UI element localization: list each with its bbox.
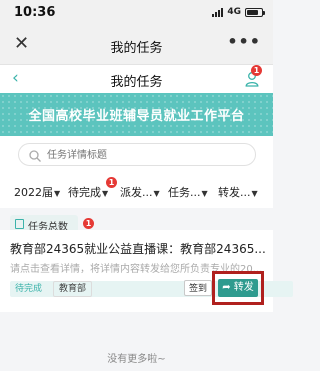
filter-bar: 2022届▼ 待完成▼ 1 派发...▼ 任务...▼ 转发...▼	[0, 174, 273, 208]
filter-dispatch[interactable]: 派发...▼	[120, 184, 160, 200]
caret-down-icon: ▼	[251, 189, 258, 198]
search-box[interactable]	[18, 143, 256, 166]
signal-icon	[212, 7, 224, 17]
search-input[interactable]	[45, 145, 249, 166]
filter-forward[interactable]: 转发...▼	[218, 184, 258, 200]
user-icon[interactable]: 1	[245, 65, 262, 87]
search-section	[0, 136, 273, 174]
status-bar: 10:36 4G	[0, 0, 273, 26]
page-header: ‹ 我的任务 1	[0, 65, 273, 93]
task-card[interactable]: 教育部24365就业公益直播课：教育部24365... 请点击查看详情，将详情内…	[0, 230, 293, 312]
filter-status[interactable]: 待完成▼ 1	[68, 177, 117, 200]
document-icon	[15, 219, 24, 229]
caret-down-icon: ▼	[102, 189, 109, 198]
forward-button[interactable]: ➦ 转发	[218, 279, 258, 297]
forward-highlight: ➦ 转发	[212, 271, 264, 305]
more-icon[interactable]: •••	[227, 32, 261, 51]
filter-graduation-year[interactable]: 2022届▼	[14, 184, 60, 200]
no-more-text: 没有更多啦~	[107, 354, 166, 365]
platform-banner: 全国高校毕业班辅导员就业工作平台	[0, 93, 273, 136]
page-title: 我的任务	[110, 75, 163, 90]
clock: 10:36	[14, 5, 56, 20]
status-icons: 4G	[212, 7, 265, 17]
network-type: 4G	[227, 7, 241, 17]
caret-down-icon: ▼	[201, 189, 208, 198]
search-icon	[28, 148, 42, 162]
app-navbar: ✕ 我的任务 •••	[0, 26, 273, 65]
filter-status-badge: 1	[106, 177, 117, 188]
notification-badge: 1	[251, 65, 262, 76]
share-arrow-icon: ➦	[222, 282, 231, 293]
org-badge: 教育部	[53, 281, 93, 297]
task-total-count: 1	[83, 218, 94, 229]
banner-title: 全国高校毕业班辅导员就业工作平台	[28, 109, 245, 124]
caret-down-icon: ▼	[153, 189, 160, 198]
caret-down-icon: ▼	[54, 189, 61, 198]
filter-task[interactable]: 任务...▼	[168, 184, 208, 200]
task-title[interactable]: 教育部24365就业公益直播课：教育部24365...	[10, 240, 268, 257]
sign-in-button[interactable]: 签到	[184, 280, 212, 296]
battery-icon	[245, 7, 265, 17]
